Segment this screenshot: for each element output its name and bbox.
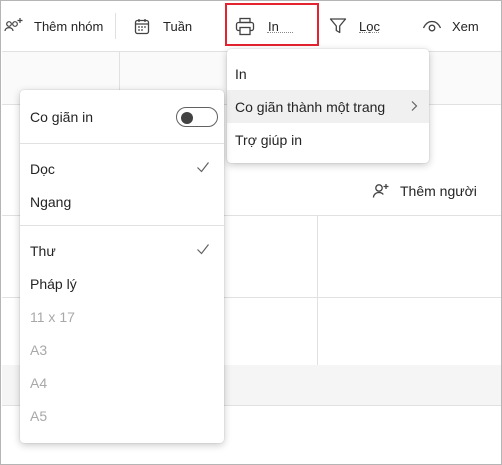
- add-person-label: Thêm người: [400, 183, 477, 199]
- option-label: Ngang: [30, 193, 72, 210]
- add-group-icon: [4, 18, 23, 32]
- grid-col-line: [317, 215, 318, 365]
- print-menu-item-print[interactable]: In: [227, 57, 429, 90]
- print-menu-item-label: Trợ giúp in: [235, 131, 303, 148]
- paper-a3: A3: [20, 333, 224, 366]
- print-menu-item-help[interactable]: Trợ giúp in: [227, 123, 429, 156]
- print-menu-item-fit-to-page[interactable]: Co giãn thành một trang: [227, 90, 429, 123]
- menu-divider: [20, 143, 224, 144]
- add-group-button[interactable]: Thêm nhóm: [4, 11, 103, 41]
- add-group-label: Thêm nhóm: [34, 18, 104, 34]
- menu-divider: [20, 225, 224, 226]
- option-label: 11 x 17: [30, 308, 75, 325]
- paper-legal[interactable]: Pháp lý: [20, 267, 224, 300]
- paper-11x17: 11 x 17: [20, 300, 224, 333]
- option-label: A3: [30, 341, 48, 358]
- chevron-right-icon: [411, 101, 418, 111]
- toolbar: Thêm nhóm Tuần In Lọc Xem: [1, 1, 501, 51]
- paper-a4: A4: [20, 366, 224, 399]
- week-label: Tuần: [163, 18, 193, 34]
- orientation-portrait[interactable]: Dọc: [20, 152, 224, 185]
- view-button[interactable]: Xem: [422, 11, 479, 41]
- fit-to-page-submenu: Co giãn in Dọc Ngang Thư Pháp lý 11 x 17: [20, 90, 224, 443]
- person-add-icon: [372, 184, 389, 198]
- filter-label-underline: [359, 32, 379, 33]
- option-label: Thư: [30, 242, 56, 259]
- calendar-icon: [134, 18, 150, 34]
- option-label: A5: [30, 407, 48, 424]
- filter-button[interactable]: Lọc: [329, 11, 380, 41]
- toggle-knob: [181, 112, 193, 124]
- paper-letter[interactable]: Thư: [20, 234, 224, 267]
- option-label: Pháp lý: [30, 275, 77, 292]
- week-button[interactable]: Tuần: [134, 11, 192, 41]
- scale-print-toggle[interactable]: [176, 107, 218, 127]
- print-highlight-box: [225, 3, 319, 46]
- print-menu-item-label: Co giãn thành một trang: [235, 98, 386, 115]
- checkmark-icon: [197, 162, 209, 173]
- eye-icon: [422, 20, 442, 32]
- checkmark-icon: [197, 244, 209, 255]
- option-label: A4: [30, 374, 48, 391]
- toolbar-separator: [115, 13, 116, 39]
- paper-a5: A5: [20, 399, 224, 432]
- view-label: Xem: [452, 18, 479, 34]
- filter-icon: [329, 18, 347, 34]
- print-menu: In Co giãn thành một trang Trợ giúp in: [227, 49, 429, 163]
- add-person-button[interactable]: Thêm người: [372, 181, 477, 201]
- option-label: Dọc: [30, 160, 55, 177]
- print-menu-item-label: In: [235, 65, 247, 82]
- scale-print-label: Co giãn in: [30, 109, 94, 125]
- window: Thêm người Thêm nhóm Tuần In Lọc Xem In …: [0, 0, 502, 465]
- scale-print-row: Co giãn in: [20, 98, 224, 136]
- orientation-landscape[interactable]: Ngang: [20, 185, 224, 218]
